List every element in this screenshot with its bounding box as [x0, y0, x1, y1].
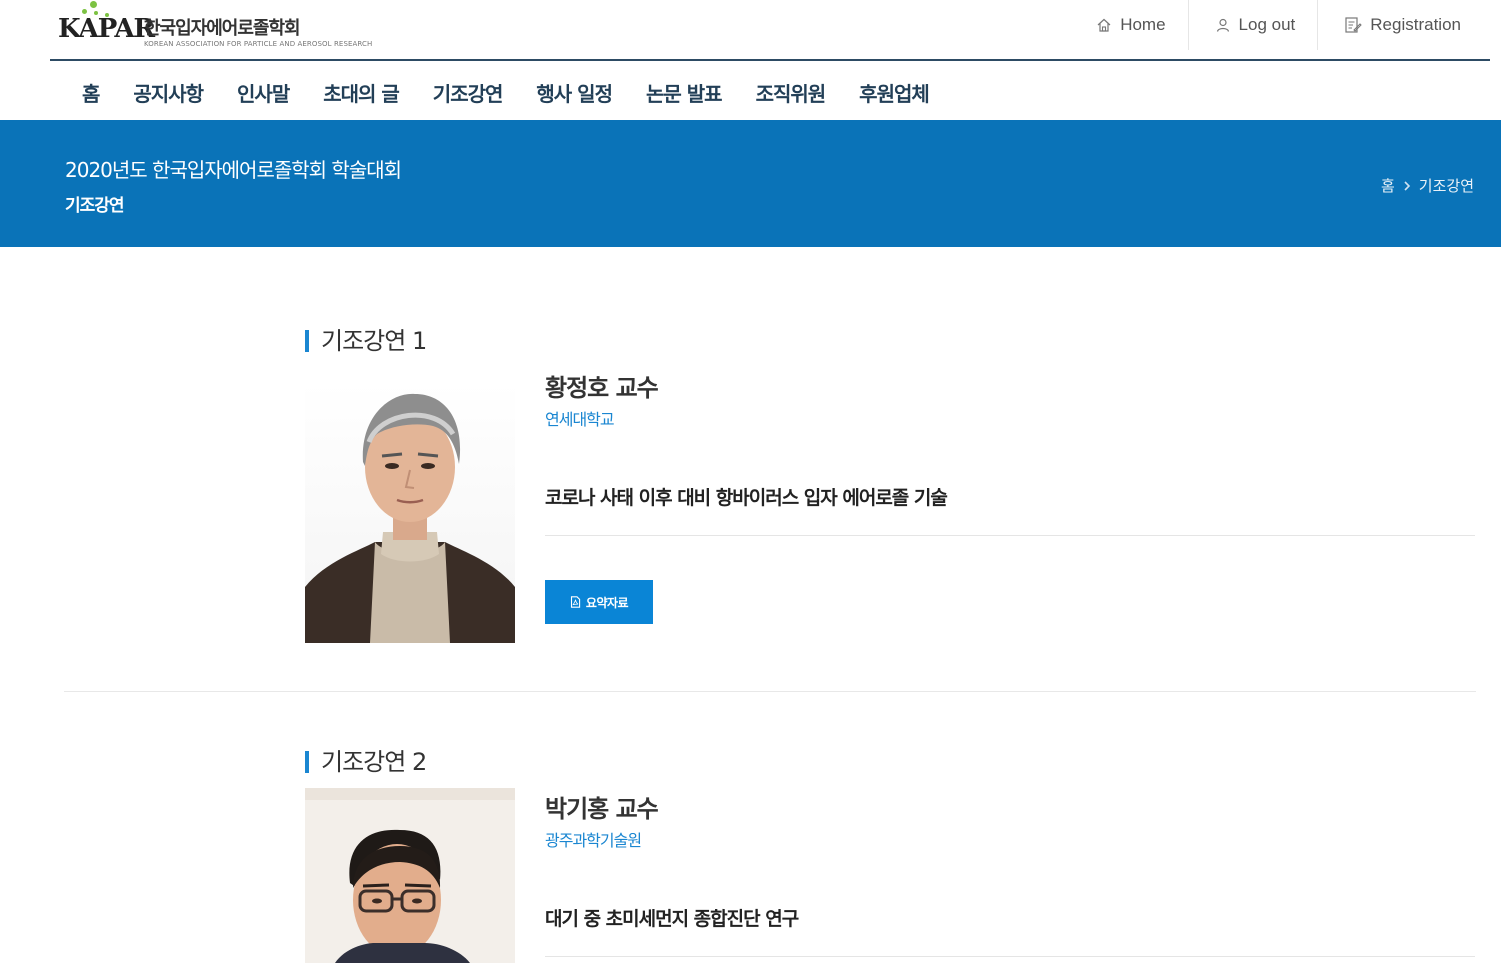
header-divider — [50, 59, 1490, 61]
logout-link-label: Log out — [1238, 15, 1296, 34]
speaker-1-name: 황정호 교수 — [545, 374, 659, 402]
speaker-1-divider — [545, 535, 1475, 536]
nav-sponsors[interactable]: 후원업체 — [842, 78, 946, 107]
speaker-1-photo — [305, 382, 515, 643]
home-link[interactable]: Home — [1070, 0, 1187, 50]
nav-home[interactable]: 홈 — [65, 78, 116, 107]
logo-korean-name: 한국입자에어로졸학회 — [144, 18, 301, 39]
registration-icon — [1345, 17, 1362, 33]
speaker-1-affiliation: 연세대학교 — [545, 410, 615, 429]
speaker-2-affiliation: 광주과학기술원 — [545, 831, 642, 850]
section-divider — [64, 691, 1476, 692]
banner-title: 2020년도 한국입자에어로졸학회 학술대회 — [65, 158, 402, 182]
home-link-label: Home — [1120, 15, 1166, 34]
nav-notice[interactable]: 공지사항 — [116, 78, 220, 107]
breadcrumb-current: 기조강연 — [1418, 177, 1474, 195]
top-header: KAPAR 한국입자에어로졸학회 KOREAN ASSOCIATION FOR … — [0, 0, 1501, 62]
chevron-right-icon — [1403, 177, 1411, 195]
speaker-2-name: 박기홍 교수 — [545, 795, 659, 823]
abstract-button-label: 요약자료 — [585, 595, 629, 610]
main-nav: 홈 공지사항 인사말 초대의 글 기조강연 행사 일정 논문 발표 조직위원 후… — [65, 64, 946, 120]
abstract-download-button[interactable]: 요약자료 — [545, 580, 653, 624]
nav-invitation[interactable]: 초대의 글 — [306, 78, 416, 107]
nav-papers[interactable]: 논문 발표 — [629, 78, 739, 107]
speaker-2-photo — [305, 788, 515, 963]
speaker-2-divider — [545, 956, 1475, 957]
registration-link-label: Registration — [1370, 15, 1461, 34]
logo-english-name: KOREAN ASSOCIATION FOR PARTICLE AND AERO… — [144, 40, 373, 48]
speaker-1-talk-title: 코로나 사태 이후 대비 항바이러스 입자 에어로졸 기술 — [545, 487, 948, 509]
breadcrumb-home[interactable]: 홈 — [1381, 175, 1395, 196]
breadcrumb: 홈 기조강연 — [1381, 175, 1474, 196]
site-logo[interactable]: KAPAR 한국입자에어로졸학회 KOREAN ASSOCIATION FOR … — [58, 0, 418, 56]
logout-link[interactable]: Log out — [1187, 0, 1318, 50]
pdf-file-icon — [570, 596, 581, 608]
keynote-1-heading: 기조강연 1 — [305, 329, 427, 353]
nav-committee[interactable]: 조직위원 — [739, 78, 843, 107]
page-banner: 2020년도 한국입자에어로졸학회 학술대회 기조강연 홈 기조강연 — [0, 120, 1501, 247]
nav-schedule[interactable]: 행사 일정 — [519, 78, 629, 107]
page-title: 기조강연 — [65, 196, 125, 216]
speaker-2-talk-title: 대기 중 초미세먼지 종합진단 연구 — [545, 908, 799, 930]
registration-link[interactable]: Registration — [1317, 0, 1501, 50]
utility-nav: Home Log out Registration — [1070, 0, 1501, 50]
nav-keynote[interactable]: 기조강연 — [416, 78, 520, 107]
user-icon — [1216, 18, 1229, 32]
nav-greeting[interactable]: 인사말 — [220, 78, 306, 107]
keynote-2-heading: 기조강연 2 — [305, 750, 427, 774]
home-icon — [1097, 18, 1111, 32]
logo-mark: KAPAR — [58, 14, 155, 44]
